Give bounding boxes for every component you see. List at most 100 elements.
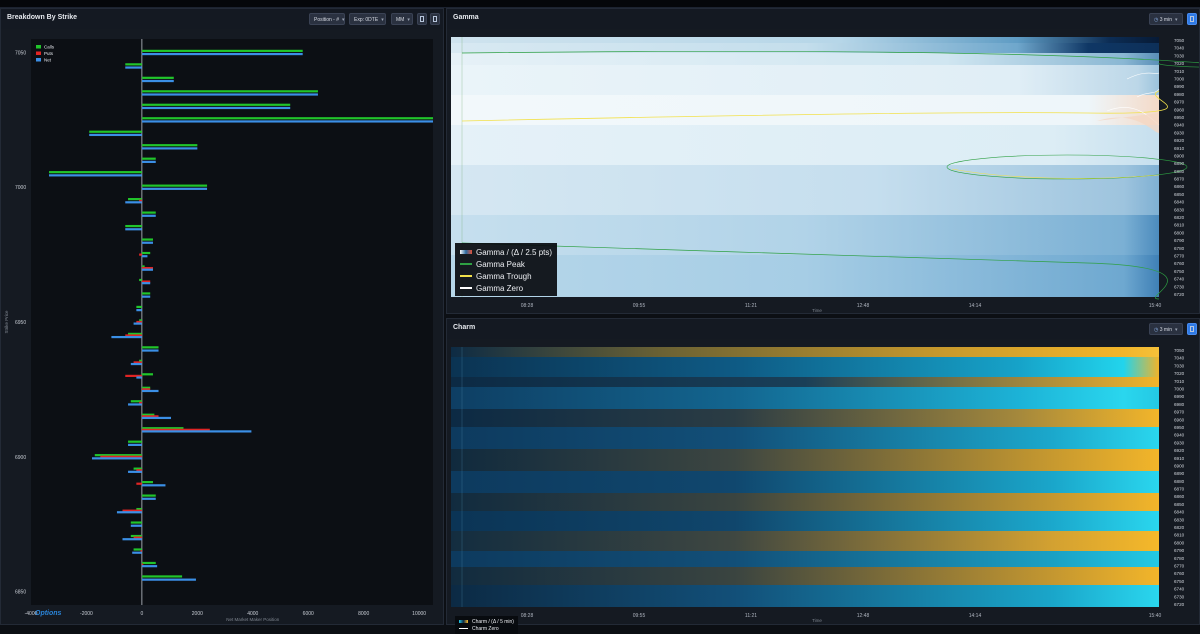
time-axis-title: Time [812, 308, 822, 313]
strike-label: 6800 [1174, 230, 1185, 235]
strike-label: 6990 [1174, 84, 1185, 89]
bar-net [141, 214, 156, 217]
interval-label: 3 min [1159, 17, 1172, 23]
charm-settings-button[interactable] [1187, 323, 1197, 335]
gamma-heatmap: 7050 7040 7030 7020 7010 7000 6990 6980 6970 6960… [451, 37, 1199, 313]
strike-label: 6890 [1174, 471, 1185, 476]
bar-net [89, 133, 142, 137]
bar-net [141, 106, 291, 110]
time-tick-label: 14:14 [969, 303, 982, 309]
expiry-select-label: Exp: 0DTE [354, 17, 379, 23]
strike-label: 6750 [1174, 269, 1185, 274]
bar-calls [141, 117, 433, 120]
legend-label: Net [44, 57, 52, 62]
charm-band [451, 357, 1159, 377]
strike-label: 6990 [1174, 394, 1185, 399]
bar-net [128, 470, 142, 473]
expiry-select[interactable]: Exp: 0DTE ▾ [349, 13, 386, 25]
time-tick-label: 12:48 [857, 613, 870, 619]
bar-calls [141, 238, 153, 241]
time-axis-title: Time [812, 618, 822, 623]
strike-label: 6770 [1174, 564, 1185, 569]
strike-label: 6940 [1174, 123, 1185, 128]
legend-label: Calls [44, 44, 55, 49]
legend-swatch [36, 51, 41, 55]
bar-net [141, 187, 208, 190]
legend-label: Puts [44, 51, 54, 56]
strike-label: 7010 [1174, 379, 1185, 384]
time-tick-label: 15:40 [1149, 613, 1162, 619]
strike-label: 7000 [1174, 386, 1185, 391]
bar-net [132, 551, 142, 554]
charm-band [451, 551, 1159, 567]
bar-net [111, 335, 142, 339]
bar-net [130, 362, 142, 366]
bar-net [128, 403, 142, 406]
strike-label: 6730 [1174, 284, 1185, 289]
time-tick-label: 08:28 [521, 613, 534, 619]
strike-label: 6750 [1174, 579, 1185, 584]
bar-net [141, 295, 151, 298]
plot-background [31, 39, 433, 605]
strike-label: 6780 [1174, 246, 1185, 251]
x-axis-title: Net Market Maker Position [226, 617, 280, 622]
strike-label: 6870 [1174, 177, 1185, 182]
strike-label: 6820 [1174, 525, 1185, 530]
charm-band [451, 471, 1159, 493]
charm-band [451, 531, 1159, 551]
expand-button[interactable] [430, 13, 440, 25]
interval-select[interactable]: ◷ 3 min ▾ [1149, 13, 1183, 25]
interval-select[interactable]: ◷ 3 min ▾ [1149, 323, 1183, 335]
bar-net [125, 66, 142, 69]
charm-band [451, 585, 1159, 607]
charm-band [451, 511, 1159, 531]
chevron-down-icon: ▾ [407, 17, 410, 23]
legend-label: Gamma Zero [476, 283, 524, 293]
bar-net [130, 524, 142, 527]
bar-calls [125, 63, 142, 66]
bar-net [141, 93, 318, 96]
arrow-icon [1190, 326, 1194, 332]
y-tick-label: 6950 [15, 320, 26, 326]
strike-label: 7000 [1174, 76, 1185, 81]
legend-swatch [36, 58, 41, 62]
export-button[interactable] [417, 13, 427, 25]
strike-label: 6930 [1174, 440, 1185, 445]
charm-header: Charm ◷ 3 min ▾ [447, 319, 1199, 339]
gamma-header: Gamma ◷ 3 min ▾ [447, 9, 1199, 29]
bar-net [116, 511, 142, 514]
strike-label: 6740 [1174, 277, 1185, 282]
y-tick-label: 6900 [15, 455, 26, 461]
position-select[interactable]: Position - # ▾ [309, 13, 345, 25]
strike-label: 7050 [1174, 38, 1185, 43]
strike-label: 6810 [1174, 533, 1185, 538]
strike-label: 6760 [1174, 261, 1185, 266]
bar-calls [141, 346, 159, 349]
bar-calls [141, 494, 156, 497]
bar-calls [141, 144, 198, 147]
strike-label: 7040 [1174, 356, 1185, 361]
x-tick-label: 10000 [412, 611, 426, 617]
charm-band [451, 377, 1159, 387]
gamma-panel: Gamma ◷ 3 min ▾ 7050 7040 7030 7020 7010 7000 6… [446, 8, 1200, 314]
strike-label: 6720 [1174, 602, 1185, 607]
charm-band [451, 347, 1159, 357]
gamma-settings-button[interactable] [1187, 13, 1197, 25]
strike-label: 7040 [1174, 46, 1185, 51]
bar-calls [141, 103, 291, 106]
time-tick-label: 15:40 [1149, 303, 1162, 309]
mode-select[interactable]: MM ▾ [391, 13, 413, 25]
bar-calls [141, 76, 174, 79]
breakdown-chart: 70507000695069006850-4000 -2000 0 2000 4000 6… [4, 39, 433, 622]
strike-label: 7050 [1174, 348, 1185, 353]
strike-label: 7020 [1174, 371, 1185, 376]
bar-net [136, 376, 142, 379]
strike-label: 6850 [1174, 502, 1185, 507]
strike-label: 6950 [1174, 115, 1185, 120]
strike-label: 6760 [1174, 571, 1185, 576]
legend-swatch [36, 45, 41, 49]
bar-net [141, 497, 156, 500]
charm-panel: Charm ◷ 3 min ▾ 7050 7040 7030 7020 7010 7000 6… [446, 318, 1200, 634]
strike-label: 6950 [1174, 425, 1185, 430]
time-tick-label: 09:55 [633, 613, 646, 619]
